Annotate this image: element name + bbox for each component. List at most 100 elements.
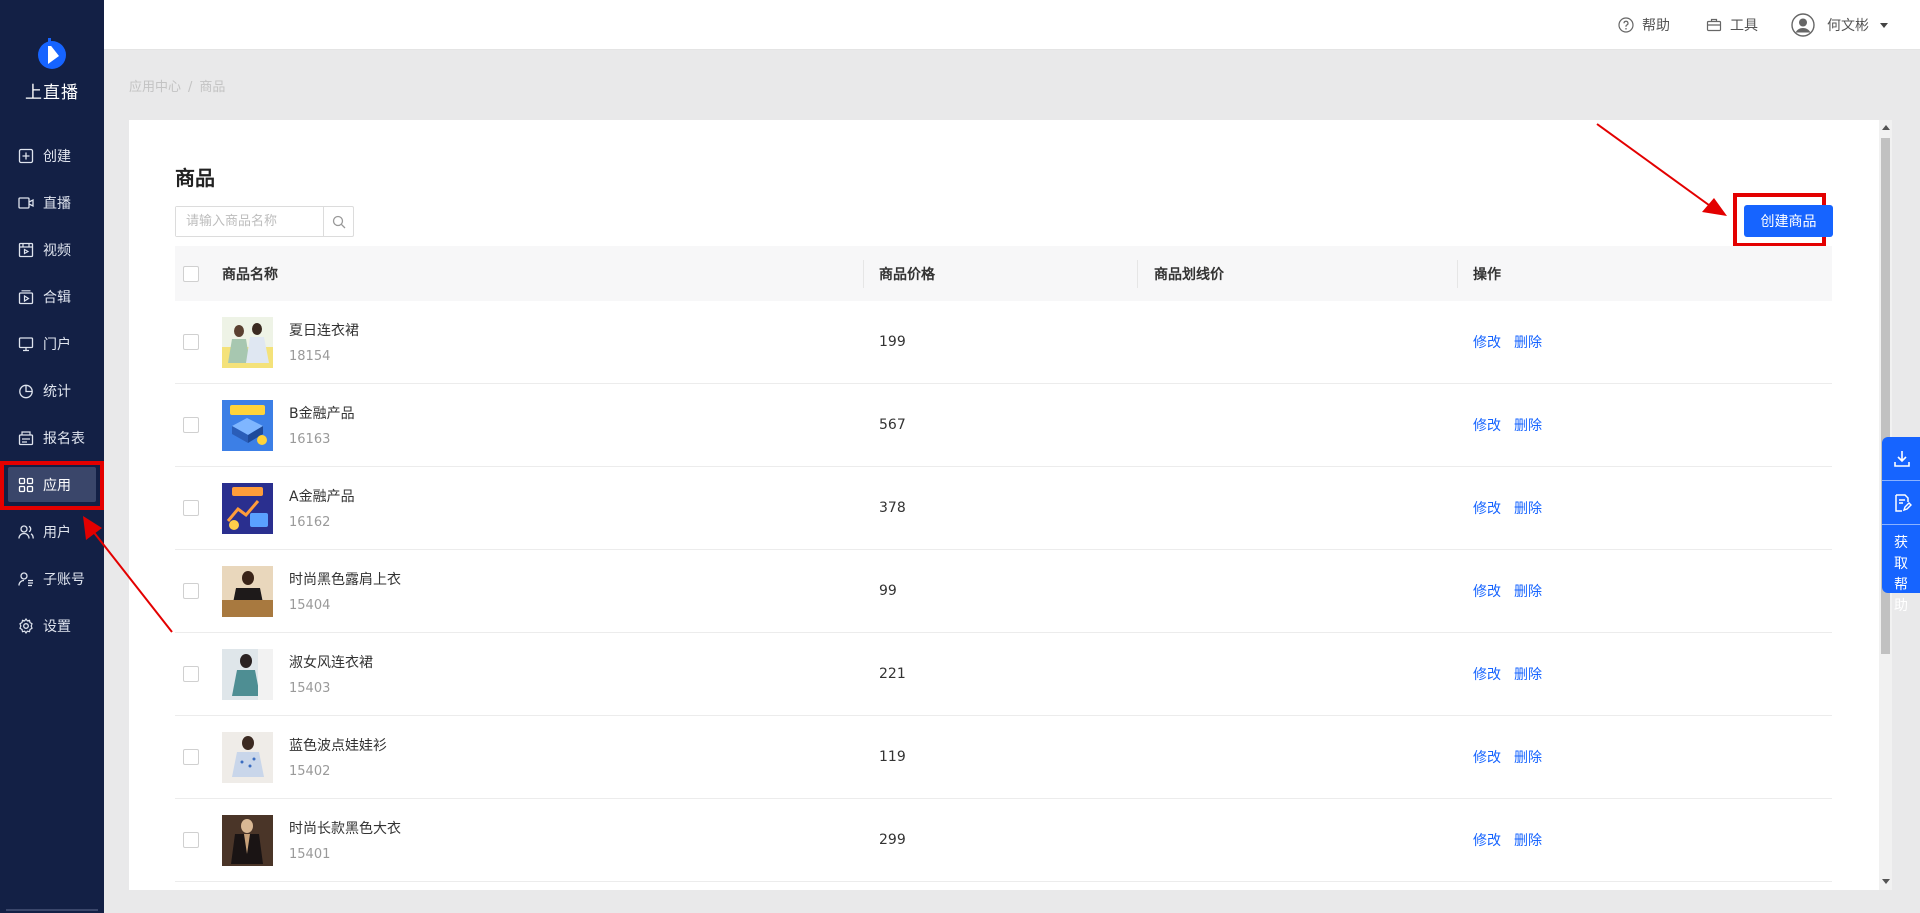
delete-link[interactable]: 删除 (1514, 667, 1542, 683)
row-checkbox[interactable] (183, 500, 199, 516)
pie-chart-icon (18, 383, 34, 399)
sub-account-icon (18, 571, 34, 587)
product-table: 商品名称 商品价格 商品划线价 操作 夏日连衣裙 18154 199 修改删除 (175, 246, 1832, 882)
app-logo[interactable]: 上直播 (0, 36, 104, 103)
row-actions: 修改 删除 (1473, 581, 1555, 601)
product-cell: 夏日连衣裙 18154 (222, 316, 359, 368)
scroll-down-arrow[interactable] (1882, 879, 1890, 884)
sidebar-item-video[interactable]: 视频 (0, 226, 104, 273)
camera-icon (18, 195, 34, 211)
sidebar-item-collection[interactable]: 合辑 (0, 273, 104, 320)
search-input[interactable] (176, 207, 323, 236)
product-thumbnail[interactable] (222, 316, 273, 368)
row-actions: 修改 删除 (1473, 747, 1555, 767)
sidebar-item-label: 报名表 (43, 430, 85, 447)
product-name: 时尚长款黑色大衣 (289, 821, 401, 837)
product-price: 299 (879, 832, 906, 848)
edit-link[interactable]: 修改 (1473, 833, 1501, 849)
row-checkbox[interactable] (183, 666, 199, 682)
product-name: 蓝色波点娃娃衫 (289, 738, 387, 754)
help-label: 帮助 (1642, 18, 1670, 34)
tools-menu[interactable]: 工具 (1706, 0, 1758, 50)
collection-icon (18, 289, 34, 305)
edit-link[interactable]: 修改 (1473, 584, 1501, 600)
sidebar-item-create[interactable]: 创建 (0, 132, 104, 179)
table-row: B金融产品 16163 567 修改 删除 (175, 384, 1832, 467)
sidebar-bottom-divider (6, 909, 98, 911)
product-cell: 时尚长款黑色大衣 15401 (222, 814, 401, 866)
edit-link[interactable]: 修改 (1473, 501, 1501, 517)
sidebar-item-live[interactable]: 直播 (0, 179, 104, 226)
sidebar-item-signup-form[interactable]: 报名表 (0, 414, 104, 461)
sidebar-item-label: 设置 (43, 618, 71, 635)
download-icon[interactable] (1892, 449, 1912, 469)
edit-link[interactable]: 修改 (1473, 750, 1501, 766)
product-thumbnail[interactable] (222, 482, 273, 534)
help-link[interactable]: 帮助 (1618, 0, 1670, 50)
product-thumbnail[interactable] (222, 399, 273, 451)
breadcrumb-current: 商品 (199, 80, 226, 95)
sidebar: 上直播 创建 直播 视频 合辑 门户 统计 报名表 应用 用户 子账号 设置 (0, 0, 104, 913)
delete-link[interactable]: 删除 (1514, 584, 1542, 600)
product-thumbnail[interactable] (222, 648, 273, 700)
product-name: 夏日连衣裙 (289, 323, 359, 339)
select-all-checkbox[interactable] (183, 265, 199, 282)
product-thumbnail[interactable] (222, 731, 273, 783)
user-menu[interactable]: 何文彬 (1791, 0, 1889, 50)
app-logo-icon (38, 38, 66, 69)
table-row: A金融产品 16162 378 修改 删除 (175, 467, 1832, 550)
row-checkbox[interactable] (183, 832, 199, 848)
row-checkbox[interactable] (183, 583, 199, 599)
product-cell: 蓝色波点娃娃衫 15402 (222, 731, 387, 783)
product-id: 15403 (289, 681, 331, 696)
delete-link[interactable]: 删除 (1514, 335, 1542, 351)
header-strike-price: 商品划线价 (1154, 266, 1224, 283)
column-divider (863, 260, 864, 288)
row-checkbox[interactable] (183, 417, 199, 433)
product-cell: 时尚黑色露肩上衣 15404 (222, 565, 401, 617)
row-actions: 修改 删除 (1473, 498, 1555, 518)
search-button[interactable] (323, 207, 353, 236)
table-row: 蓝色波点娃娃衫 15402 119 修改 删除 (175, 716, 1832, 799)
sidebar-item-apps[interactable]: 应用 (0, 461, 104, 508)
avatar (1791, 13, 1815, 37)
edit-link[interactable]: 修改 (1473, 667, 1501, 683)
edit-link[interactable]: 修改 (1473, 418, 1501, 434)
column-divider (1137, 260, 1138, 288)
scroll-up-arrow[interactable] (1882, 125, 1890, 130)
row-checkbox[interactable] (183, 749, 199, 765)
product-price: 378 (879, 500, 906, 516)
breadcrumb-parent[interactable]: 应用中心 (129, 80, 181, 95)
sidebar-item-label: 门户 (43, 336, 71, 353)
product-id: 18154 (289, 349, 331, 364)
sidebar-item-settings[interactable]: 设置 (0, 602, 104, 649)
row-actions: 修改 删除 (1473, 830, 1555, 850)
gear-icon (18, 617, 34, 634)
get-help-button[interactable]: 获取帮助 (1882, 533, 1920, 617)
apps-grid-icon (18, 477, 34, 493)
product-id: 15402 (289, 764, 331, 779)
delete-link[interactable]: 删除 (1514, 833, 1542, 849)
product-id: 16162 (289, 515, 331, 530)
edit-link[interactable]: 修改 (1473, 335, 1501, 351)
delete-link[interactable]: 删除 (1514, 501, 1542, 517)
table-header: 商品名称 商品价格 商品划线价 操作 (175, 246, 1832, 301)
float-divider (1882, 524, 1920, 525)
product-thumbnail[interactable] (222, 814, 273, 866)
form-icon (18, 430, 34, 446)
sidebar-item-users[interactable]: 用户 (0, 508, 104, 555)
product-price: 221 (879, 666, 906, 682)
delete-link[interactable]: 删除 (1514, 750, 1542, 766)
create-product-button[interactable]: 创建商品 (1744, 205, 1833, 237)
sidebar-item-portal[interactable]: 门户 (0, 320, 104, 367)
sidebar-item-label: 视频 (43, 242, 71, 259)
row-checkbox[interactable] (183, 334, 199, 350)
edit-document-icon[interactable] (1892, 493, 1912, 513)
delete-link[interactable]: 删除 (1514, 418, 1542, 434)
sidebar-item-sub-accounts[interactable]: 子账号 (0, 555, 104, 602)
product-thumbnail[interactable] (222, 565, 273, 617)
sidebar-item-stats[interactable]: 统计 (0, 367, 104, 414)
product-cell: A金融产品 16162 (222, 482, 355, 534)
sidebar-item-label: 子账号 (43, 571, 85, 588)
product-id: 15404 (289, 598, 331, 613)
